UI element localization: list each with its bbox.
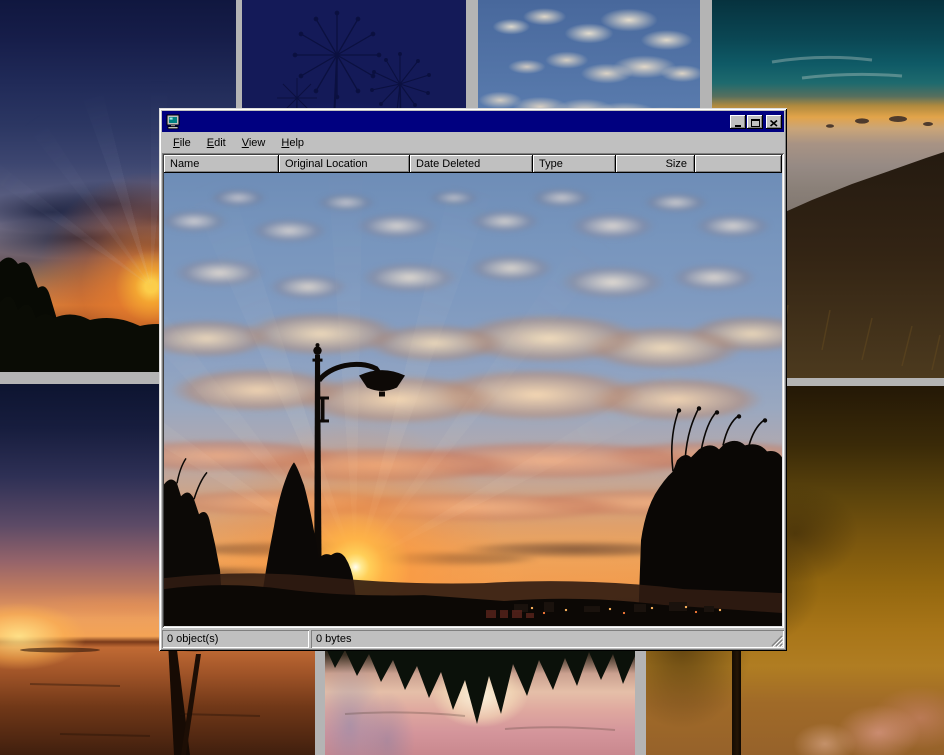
menu-help[interactable]: Help (274, 135, 313, 152)
title-bar[interactable] (162, 111, 784, 132)
close-icon (770, 120, 778, 127)
status-bar: 0 object(s) 0 bytes (162, 628, 784, 648)
close-button[interactable] (766, 115, 782, 129)
explorer-window: FileEditViewHelp NameOriginal LocationDa… (159, 108, 787, 651)
column-header-name[interactable]: Name (164, 155, 279, 173)
column-header-row: NameOriginal LocationDate DeletedTypeSiz… (164, 155, 782, 173)
maximize-icon (751, 119, 760, 127)
status-objects: 0 object(s) (162, 630, 309, 648)
window-controls (729, 115, 782, 129)
column-header-size[interactable]: Size (616, 155, 695, 173)
status-size: 0 bytes (311, 630, 784, 648)
file-list-view[interactable]: NameOriginal LocationDate DeletedTypeSiz… (162, 153, 784, 628)
column-header-type[interactable]: Type (533, 155, 616, 173)
resize-grip[interactable] (770, 634, 783, 647)
column-header-blank[interactable] (695, 155, 782, 173)
menu-bar: FileEditViewHelp (162, 133, 784, 153)
photo-silhouettes (164, 173, 782, 626)
menu-view[interactable]: View (235, 135, 275, 152)
column-header-date-deleted[interactable]: Date Deleted (410, 155, 533, 173)
list-background-photo (164, 173, 782, 626)
minimize-icon (735, 125, 741, 127)
minimize-button[interactable] (730, 115, 746, 129)
menu-file[interactable]: File (166, 135, 200, 152)
maximize-button[interactable] (747, 115, 763, 129)
menu-edit[interactable]: Edit (200, 135, 235, 152)
column-header-original-location[interactable]: Original Location (279, 155, 410, 173)
computer-icon (165, 114, 181, 130)
